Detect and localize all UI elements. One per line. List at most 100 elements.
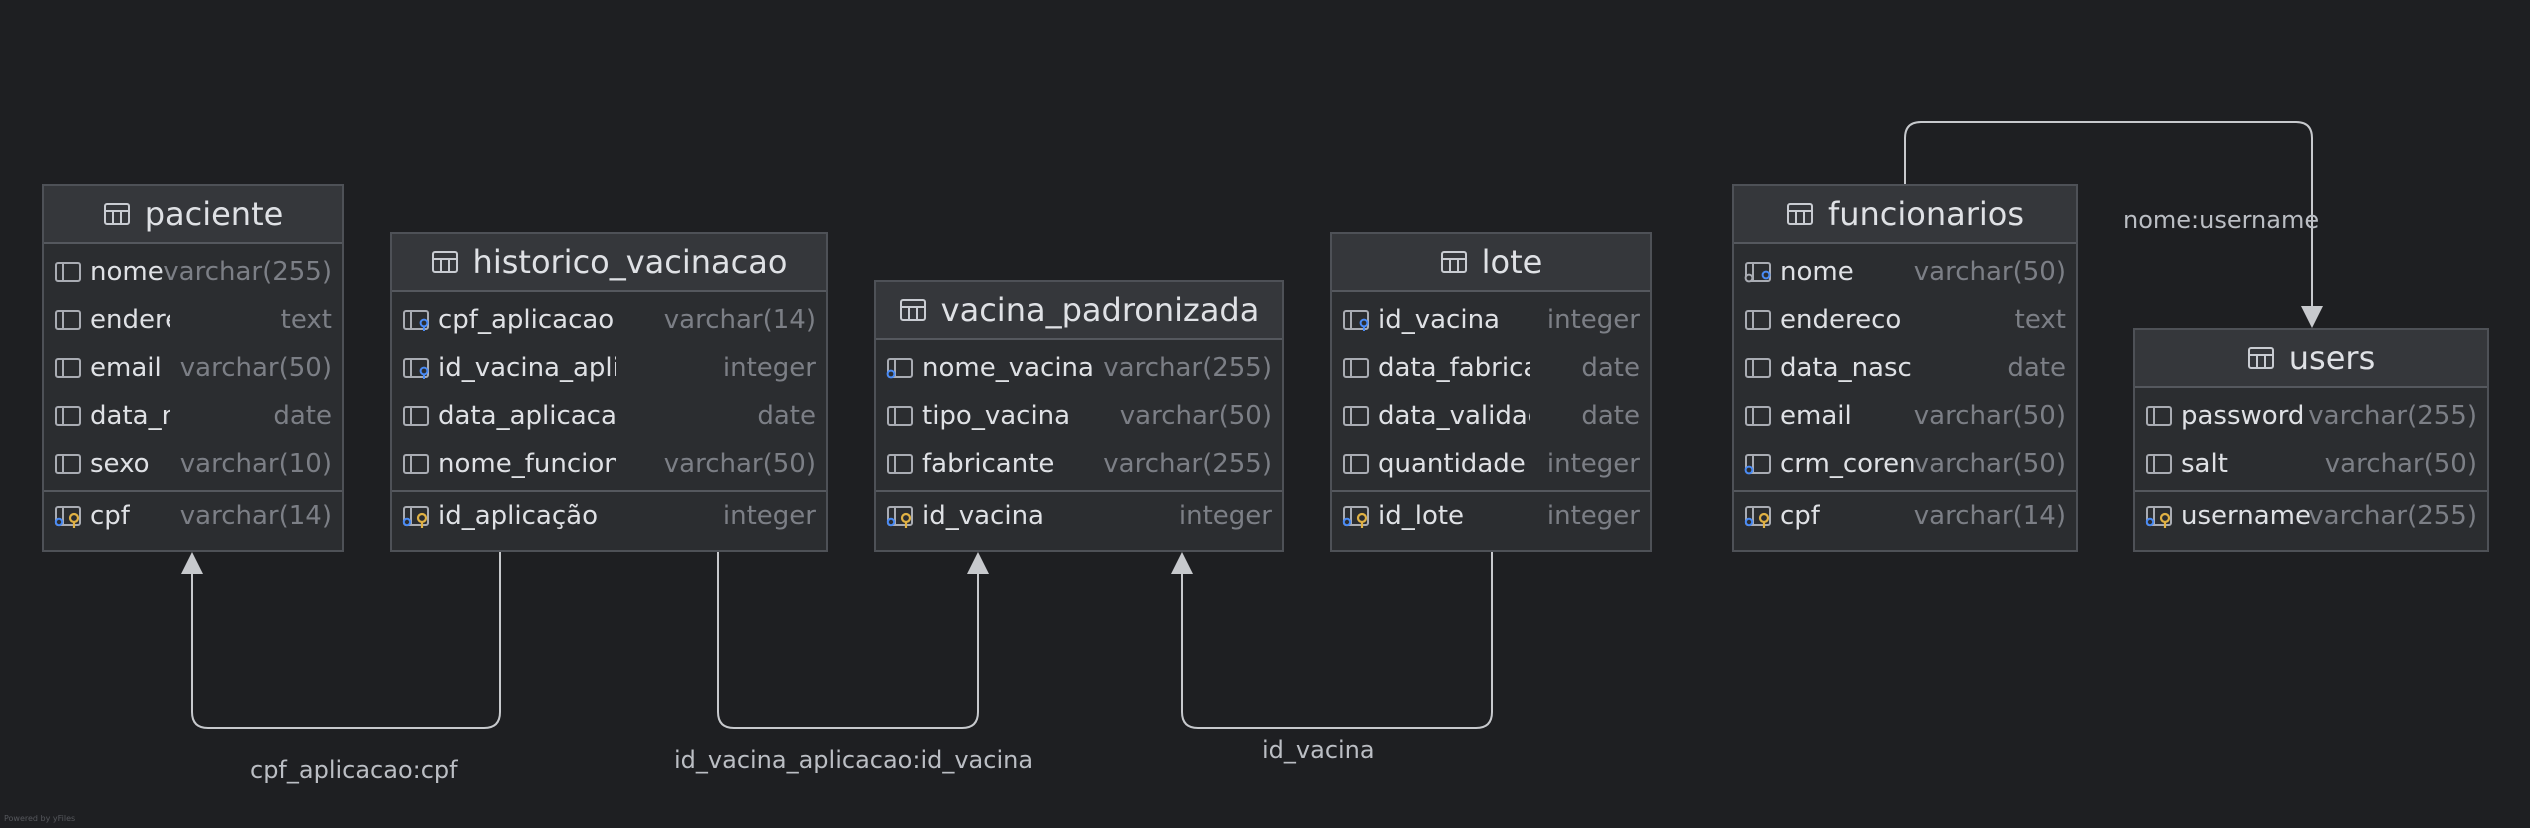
- table-historico-vacinacao[interactable]: historico_vacinacao cpf_aplicacao varchar(…: [390, 232, 828, 552]
- table-header[interactable]: lote: [1332, 234, 1650, 292]
- column-icon: [1342, 404, 1370, 428]
- column-row[interactable]: nome varchar(50): [1734, 248, 2076, 296]
- table-name: lote: [1481, 243, 1543, 281]
- table-header[interactable]: paciente: [44, 186, 342, 244]
- column-type: varchar(14): [1913, 501, 2066, 531]
- column-name: tipo_vacina: [922, 401, 1071, 431]
- column-type: varchar(255): [163, 257, 332, 287]
- column-icon: [54, 404, 82, 428]
- table-icon: [899, 298, 927, 322]
- column-type: date: [1581, 353, 1640, 383]
- column-row[interactable]: fabricante varchar(255): [876, 440, 1282, 488]
- column-type: integer: [1178, 501, 1272, 531]
- column-row[interactable]: nome_vacina varchar(255): [876, 344, 1282, 392]
- column-name: cpf: [1780, 501, 1820, 531]
- column-row[interactable]: quantidade integer: [1332, 440, 1650, 488]
- unique-key-icon: [886, 356, 914, 380]
- column-row[interactable]: endereco text: [44, 296, 342, 344]
- table-header[interactable]: historico_vacinacao: [392, 234, 826, 292]
- column-row[interactable]: tipo_vacina varchar(50): [876, 392, 1282, 440]
- column-name: data_aplicacao: [438, 401, 616, 431]
- column-type: varchar(50): [179, 353, 332, 383]
- column-name: cpf_aplicacao: [438, 305, 615, 335]
- table-icon: [1440, 250, 1468, 274]
- table-funcionarios[interactable]: funcionarios nome varchar(50) endereco text d…: [1732, 184, 2078, 552]
- column-name: endereco: [90, 305, 170, 335]
- column-row[interactable]: cpf_aplicacao varchar(14): [392, 296, 826, 344]
- table-header[interactable]: funcionarios: [1734, 186, 2076, 244]
- column-name: id_vacina: [922, 501, 1044, 531]
- table-lote[interactable]: lote id_vacina integer data_fabricacaodated…: [1330, 232, 1652, 552]
- table-header[interactable]: users: [2135, 330, 2487, 388]
- relation-arrowhead: [1171, 552, 1193, 574]
- table-paciente[interactable]: paciente nomevarchar(255) endereco text emai…: [42, 184, 344, 552]
- column-type: varchar(10): [179, 449, 332, 479]
- key-row[interactable]: cpf varchar(14): [44, 492, 342, 540]
- column-row[interactable]: data_fabricacao date: [1332, 344, 1650, 392]
- column-row[interactable]: data_nasc date: [1734, 344, 2076, 392]
- key-row[interactable]: username varchar(255): [2135, 492, 2487, 540]
- column-type: integer: [1546, 305, 1640, 335]
- column-type: varchar(50): [1913, 257, 2066, 287]
- column-row[interactable]: email varchar(50): [1734, 392, 2076, 440]
- relation-label-nome-username: nome:username: [2123, 206, 2320, 234]
- key-row[interactable]: id_aplicação integer: [392, 492, 826, 540]
- column-type: varchar(50): [663, 449, 816, 479]
- column-row[interactable]: data_nasc date: [44, 392, 342, 440]
- column-row[interactable]: nome varchar(255): [44, 248, 342, 296]
- foreign-key-column-icon: [1342, 308, 1370, 332]
- table-vacina-padronizada[interactable]: vacina_padronizada nome_vacina varchar(255…: [874, 280, 1284, 552]
- table-name: users: [2288, 339, 2376, 377]
- column-name: password: [2181, 401, 2305, 431]
- primary-key-icon: [2145, 504, 2173, 528]
- table-header[interactable]: vacina_padronizada: [876, 282, 1282, 340]
- column-type: integer: [722, 353, 816, 383]
- column-row[interactable]: nome_funcionario varchar(50): [392, 440, 826, 488]
- column-name: nome_funcionario: [438, 449, 616, 479]
- column-icon: [1342, 452, 1370, 476]
- column-name: quantidade: [1378, 449, 1526, 479]
- primary-key-icon: [402, 504, 430, 528]
- column-row[interactable]: id_vacina integer: [1332, 296, 1650, 344]
- column-name: id_aplicação: [438, 501, 598, 531]
- column-name: email: [90, 353, 162, 383]
- table-users[interactable]: users password varchar(255) salt varchar(50)…: [2133, 328, 2489, 552]
- column-name: nome: [1780, 257, 1854, 287]
- key-row[interactable]: cpf varchar(14): [1734, 492, 2076, 540]
- column-name: email: [1780, 401, 1852, 431]
- key-row[interactable]: id_vacina integer: [876, 492, 1282, 540]
- column-name: id_vacina: [1378, 305, 1500, 335]
- column-icon: [54, 356, 82, 380]
- column-name: cpf: [90, 501, 130, 531]
- column-row[interactable]: email varchar(50): [44, 344, 342, 392]
- column-row[interactable]: salt varchar(50): [2135, 440, 2487, 488]
- primary-key-icon: [1744, 504, 1772, 528]
- relation-arrowhead: [967, 552, 989, 574]
- column-type: varchar(255): [2308, 501, 2477, 531]
- column-row[interactable]: endereco text: [1734, 296, 2076, 344]
- column-type: varchar(14): [663, 305, 816, 335]
- column-row[interactable]: crm_coren varchar(50): [1734, 440, 2076, 488]
- column-row[interactable]: id_vacina_aplicacao integer: [392, 344, 826, 392]
- column-row[interactable]: password varchar(255): [2135, 392, 2487, 440]
- column-row[interactable]: data_aplicacao date: [392, 392, 826, 440]
- key-row[interactable]: id_lote integer: [1332, 492, 1650, 540]
- column-type: text: [280, 305, 332, 335]
- column-type: date: [757, 401, 816, 431]
- foreign-key-column-icon: [402, 356, 430, 380]
- column-type: varchar(255): [1103, 353, 1272, 383]
- column-row[interactable]: data_validade date: [1332, 392, 1650, 440]
- column-name: id_lote: [1378, 501, 1465, 531]
- column-icon: [54, 308, 82, 332]
- unique-foreign-key-icon: [1744, 260, 1772, 284]
- column-icon: [402, 404, 430, 428]
- column-type: varchar(50): [1913, 401, 2066, 431]
- relation-edge: [1181, 552, 1493, 729]
- column-icon: [886, 452, 914, 476]
- table-name: paciente: [144, 195, 284, 233]
- diagram-canvas: pacientenomevarchar(255)enderecotextemai…: [0, 0, 2530, 828]
- table-icon: [431, 250, 459, 274]
- column-row[interactable]: sexo varchar(10): [44, 440, 342, 488]
- footer-credit: Powered by yFiles: [4, 814, 76, 823]
- relation-edge: [717, 552, 979, 729]
